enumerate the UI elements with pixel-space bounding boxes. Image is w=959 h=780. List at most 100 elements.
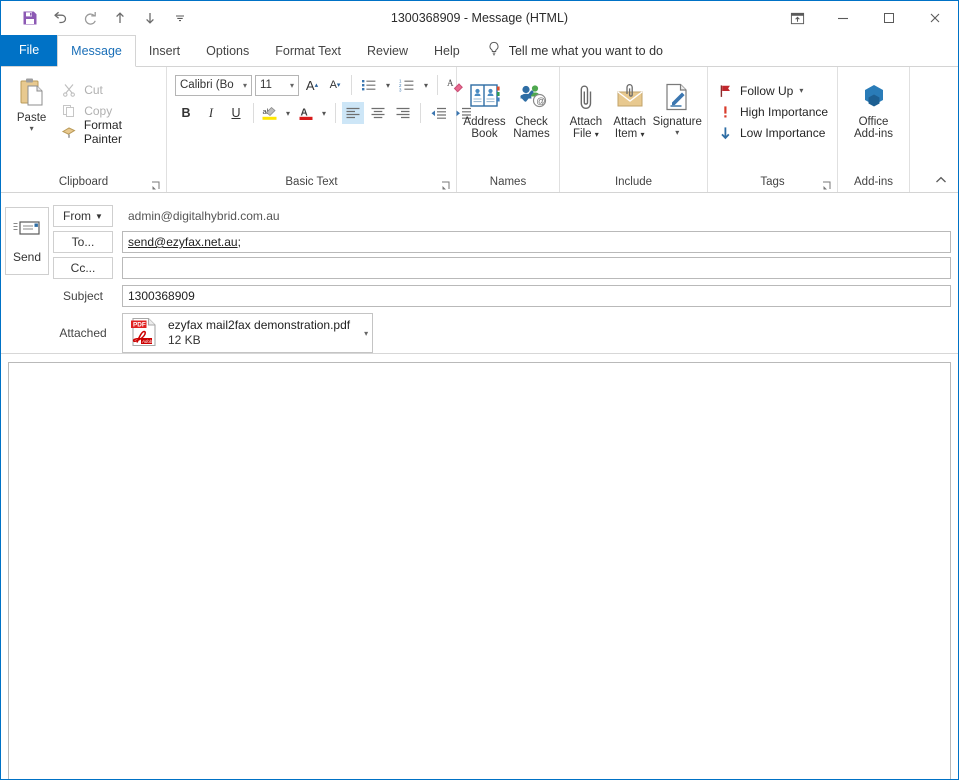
- chevron-down-icon: ▼: [95, 211, 103, 221]
- format-painter-button[interactable]: Format Painter: [58, 118, 162, 146]
- attachment-dropdown-caret[interactable]: ▾: [364, 329, 368, 338]
- attach-item-dropdown-caret[interactable]: ▾: [640, 130, 644, 139]
- text-highlight-color-button[interactable]: ab: [260, 102, 280, 124]
- tab-format-text[interactable]: Format Text: [262, 35, 354, 66]
- check-names-label-line2: Names: [513, 128, 550, 140]
- tab-options[interactable]: Options: [193, 35, 262, 66]
- from-button[interactable]: From ▼: [53, 205, 113, 227]
- signature-label: Signature: [652, 116, 702, 128]
- check-names-button[interactable]: @ Check Names: [508, 77, 555, 140]
- ribbon-group-addins: Office Add-ins Add-ins: [838, 67, 910, 192]
- title-bar: 1300368909 - Message (HTML): [1, 1, 958, 35]
- align-center-button[interactable]: [367, 102, 389, 124]
- flag-icon: [716, 83, 734, 99]
- attachment-size: 12 KB: [168, 333, 201, 347]
- send-button[interactable]: Send: [5, 207, 49, 275]
- underline-button[interactable]: U: [225, 102, 247, 124]
- numbering-button[interactable]: 123: [396, 74, 418, 96]
- font-color-button[interactable]: A: [296, 102, 316, 124]
- customize-quick-access-toolbar-icon[interactable]: [165, 4, 195, 32]
- align-left-button[interactable]: [342, 102, 364, 124]
- check-names-icon: @: [516, 81, 548, 113]
- basic-text-dialog-launcher-icon[interactable]: [441, 179, 451, 190]
- attach-file-label-line1: Attach: [569, 116, 603, 128]
- office-addins-button[interactable]: Office Add-ins: [845, 77, 903, 140]
- font-size-combo[interactable]: 11 ▾: [255, 74, 299, 96]
- signature-dropdown-caret[interactable]: ▾: [675, 129, 679, 137]
- bullets-button[interactable]: [358, 74, 380, 96]
- attach-item-button[interactable]: Attach Item ▾: [608, 77, 652, 141]
- paste-dropdown-caret[interactable]: ▾: [30, 125, 34, 133]
- check-names-label-line1: Check: [515, 116, 548, 128]
- to-button-label: To...: [71, 235, 95, 249]
- tell-me-search[interactable]: Tell me what you want to do: [473, 35, 663, 66]
- numbering-dropdown-caret[interactable]: ▾: [421, 81, 431, 90]
- cc-button[interactable]: Cc...: [53, 257, 113, 279]
- tab-message-label: Message: [71, 44, 122, 58]
- chevron-down-icon[interactable]: ▾: [286, 81, 298, 90]
- next-item-icon[interactable]: [135, 4, 165, 32]
- redo-icon[interactable]: [75, 4, 105, 32]
- tags-group-label-text: Tags: [760, 176, 785, 188]
- chevron-up-icon: [936, 176, 946, 183]
- save-icon[interactable]: [15, 4, 45, 32]
- high-importance-button[interactable]: High Importance: [714, 101, 828, 122]
- cc-input[interactable]: [122, 257, 951, 279]
- font-color-dropdown-caret[interactable]: ▾: [319, 109, 329, 118]
- low-importance-button[interactable]: Low Importance: [714, 122, 825, 143]
- copy-icon: [60, 103, 78, 119]
- maximize-icon[interactable]: [866, 2, 912, 34]
- paste-icon: [17, 77, 47, 109]
- tab-review-label: Review: [367, 43, 409, 58]
- to-button[interactable]: To...: [53, 231, 113, 253]
- tags-dialog-launcher-icon[interactable]: [822, 179, 832, 190]
- tab-file[interactable]: File: [1, 35, 58, 66]
- to-input[interactable]: send@ezyfax.net.au;: [122, 231, 951, 253]
- ribbon-group-names: Address Book @ Check Names Names: [457, 67, 560, 192]
- clipboard-group-label: Clipboard: [1, 173, 166, 192]
- signature-button[interactable]: Signature ▾: [652, 77, 703, 137]
- subject-input[interactable]: 1300368909: [122, 285, 951, 307]
- to-separator: ;: [237, 235, 241, 249]
- address-book-button[interactable]: Address Book: [461, 77, 508, 140]
- follow-up-label: Follow Up: [740, 83, 794, 98]
- outlook-message-window: 1300368909 - Message (HTML) File Message…: [0, 0, 959, 780]
- font-name-combo[interactable]: Calibri (Bo ▾: [175, 74, 252, 96]
- undo-icon[interactable]: [45, 4, 75, 32]
- attachment-chip[interactable]: PDF Adobe ezyfax mail2fax demonstration.…: [122, 313, 374, 353]
- highlight-dropdown-caret[interactable]: ▾: [283, 109, 293, 118]
- ribbon-group-include: Attach File ▾ Attach Item ▾ Signature ▾ …: [560, 67, 708, 192]
- chevron-down-icon[interactable]: ▾: [239, 81, 251, 90]
- align-right-button[interactable]: [392, 102, 414, 124]
- tell-me-label: Tell me what you want to do: [508, 43, 663, 58]
- attach-file-button[interactable]: Attach File ▾: [564, 77, 608, 141]
- tab-review[interactable]: Review: [354, 35, 421, 66]
- attach-file-dropdown-caret[interactable]: ▾: [595, 130, 599, 139]
- minimize-icon[interactable]: [820, 2, 866, 34]
- tab-insert-label: Insert: [148, 43, 181, 58]
- include-group-label: Include: [560, 173, 707, 192]
- paste-button[interactable]: Paste ▾: [5, 73, 58, 133]
- quick-access-toolbar: [1, 4, 195, 32]
- tab-help[interactable]: Help: [421, 35, 473, 66]
- tab-insert[interactable]: Insert: [136, 35, 193, 66]
- follow-up-button[interactable]: Follow Up ▾: [714, 80, 803, 101]
- tab-message[interactable]: Message: [57, 35, 136, 67]
- follow-up-dropdown-caret[interactable]: ▾: [799, 86, 803, 95]
- decrease-indent-button[interactable]: [427, 102, 449, 124]
- bullets-dropdown-caret[interactable]: ▾: [383, 81, 393, 90]
- cut-button[interactable]: Cut: [58, 79, 162, 100]
- fields-column: From ▼ admin@digitalhybrid.com.au To... …: [53, 205, 958, 353]
- close-icon[interactable]: [912, 2, 958, 34]
- shrink-font-button[interactable]: A ▾: [325, 74, 345, 96]
- bold-button[interactable]: B: [175, 102, 197, 124]
- font-row: Calibri (Bo ▾ 11 ▾ A ▴ A ▾ ▾ 1 2 3 ▾ A: [175, 73, 466, 97]
- tab-format-text-label: Format Text: [275, 43, 342, 58]
- message-body[interactable]: [8, 362, 951, 779]
- italic-button[interactable]: I: [200, 102, 222, 124]
- grow-font-button[interactable]: A ▴: [302, 74, 322, 96]
- clipboard-dialog-launcher-icon[interactable]: [151, 179, 161, 190]
- ribbon-display-options-icon[interactable]: [774, 2, 820, 34]
- collapse-ribbon-button[interactable]: [932, 171, 950, 189]
- previous-item-icon[interactable]: [105, 4, 135, 32]
